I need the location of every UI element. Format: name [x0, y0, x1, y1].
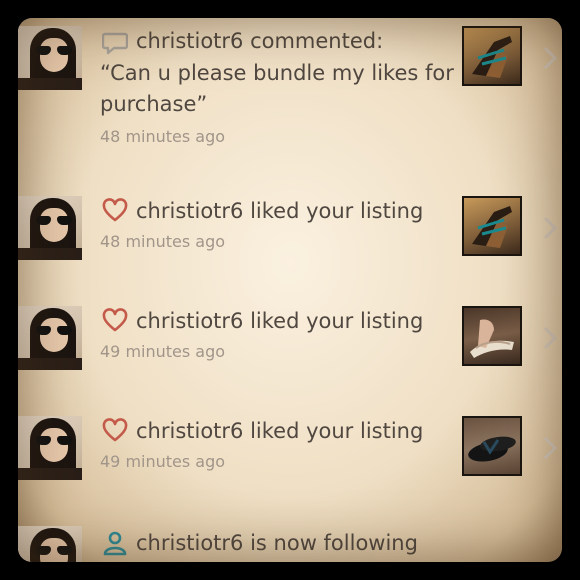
notification-text: christiotr6 commented: [136, 29, 384, 53]
notification-text: christiotr6 liked your listing [136, 419, 424, 443]
listing-thumbnail[interactable] [462, 306, 522, 366]
timestamp: 48 minutes ago [100, 127, 226, 146]
timestamp: 49 minutes ago [100, 342, 226, 361]
avatar[interactable] [18, 416, 82, 480]
avatar[interactable] [18, 526, 82, 562]
notification-comment[interactable]: christiotr6 commented: “Can u please bun… [18, 18, 562, 188]
listing-thumbnail[interactable] [462, 26, 522, 86]
chevron-right-icon[interactable] [540, 214, 560, 242]
notification-like[interactable]: christiotr6 liked your listing 49 minute… [18, 298, 562, 408]
notification-like[interactable]: christiotr6 liked your listing 49 minute… [18, 408, 562, 518]
timestamp: 49 minutes ago [100, 452, 226, 471]
person-icon [103, 531, 127, 556]
notification-follow[interactable]: christiotr6 is now following [18, 518, 562, 562]
heart-icon [102, 418, 128, 442]
notification-text: christiotr6 liked your listing [136, 309, 424, 333]
notification-text: christiotr6 liked your listing [136, 199, 424, 223]
avatar[interactable] [18, 196, 82, 260]
avatar[interactable] [18, 26, 82, 90]
chevron-right-icon[interactable] [540, 434, 560, 462]
speech-bubble-icon [102, 32, 128, 55]
notification-like[interactable]: christiotr6 liked your listing 48 minute… [18, 188, 562, 298]
avatar[interactable] [18, 306, 82, 370]
notifications-screen: christiotr6 commented: “Can u please bun… [18, 18, 562, 562]
listing-thumbnail[interactable] [462, 196, 522, 256]
listing-thumbnail[interactable] [462, 416, 522, 476]
chevron-right-icon[interactable] [540, 44, 560, 72]
timestamp: 48 minutes ago [100, 232, 226, 251]
heart-icon [102, 308, 128, 332]
comment-quote: “Can u please bundle my likes for purcha… [100, 61, 454, 116]
chevron-right-icon[interactable] [540, 324, 560, 352]
heart-icon [102, 198, 128, 222]
notification-text: christiotr6 is now following [136, 531, 418, 555]
